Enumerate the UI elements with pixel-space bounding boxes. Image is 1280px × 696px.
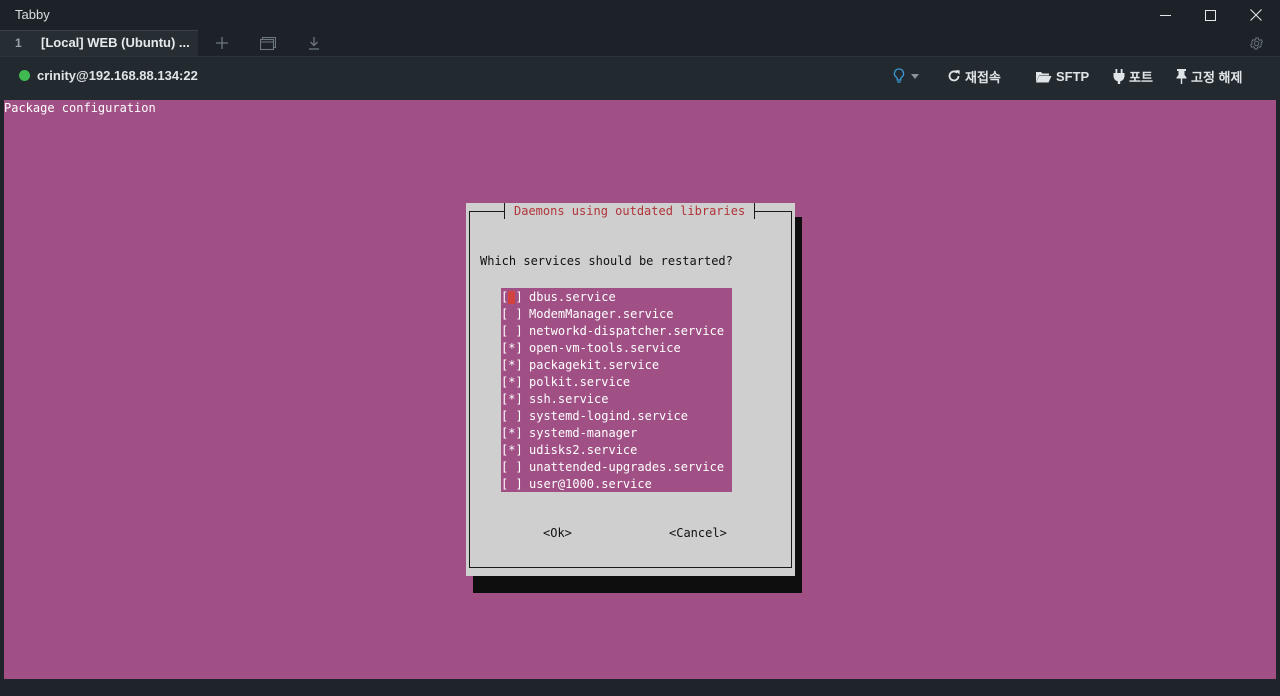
service-name: polkit.service — [529, 375, 631, 389]
service-checklist-item[interactable]: [*] systemd-manager — [501, 425, 732, 442]
service-checkbox[interactable]: [*] — [501, 374, 523, 391]
session-toolbar: crinity@192.168.88.134:22 재접속 SFTP 포트 고정… — [0, 56, 1280, 100]
service-checkbox[interactable]: [*] — [501, 442, 523, 459]
service-checkbox[interactable]: [*] — [501, 425, 523, 442]
reconnect-button[interactable]: 재접속 — [947, 66, 1001, 86]
service-name: ssh.service — [529, 392, 609, 406]
service-name: dbus.service — [529, 290, 616, 304]
maximize-icon — [1204, 9, 1216, 21]
dialog-question: Which services should be restarted? — [480, 254, 733, 268]
service-checklist-item[interactable]: [*] polkit.service — [501, 374, 732, 391]
services-checklist: [ ] dbus.service[ ] ModemManager.service[ … — [501, 288, 732, 492]
service-checklist-item[interactable]: [ ] unattended-upgrades.service — [501, 459, 732, 476]
dialog-title: Daemons using outdated libraries — [504, 203, 756, 219]
minimize-icon — [1159, 14, 1171, 16]
new-tab-button[interactable] — [212, 34, 232, 52]
service-checkbox[interactable]: [ ] — [501, 408, 523, 425]
minimize-button[interactable] — [1142, 0, 1188, 30]
ok-button[interactable]: <Ok> — [543, 526, 572, 540]
caret-down-icon — [911, 73, 919, 79]
terminal-cursor — [508, 291, 515, 304]
tab-local-web-ubuntu[interactable]: 1 [Local] WEB (Ubuntu) ... — [0, 30, 198, 56]
service-checkbox[interactable]: [ ] — [501, 323, 523, 340]
service-checklist-item[interactable]: [ ] systemd-logind.service — [501, 408, 732, 425]
service-checklist-item[interactable]: [*] packagekit.service — [501, 357, 732, 374]
download-button[interactable] — [304, 34, 324, 52]
pin-icon — [1176, 68, 1187, 84]
service-name: systemd-logind.service — [529, 409, 688, 423]
cancel-button[interactable]: <Cancel> — [669, 526, 727, 540]
service-checkbox[interactable]: [ ] — [501, 476, 523, 493]
window-bottom-edge — [0, 679, 1280, 696]
service-checkbox[interactable]: [*] — [501, 391, 523, 408]
tabby-window: Tabby 1 [Local] WEB (Ubuntu) ... crinity… — [0, 0, 1280, 696]
service-name: user@1000.service — [529, 477, 652, 491]
close-button[interactable] — [1233, 0, 1279, 30]
unpin-button[interactable]: 고정 해제 — [1176, 66, 1242, 86]
plus-icon — [216, 37, 228, 49]
restart-services-dialog: Daemons using outdated libraries Which s… — [466, 203, 795, 576]
refresh-icon — [948, 70, 960, 82]
ports-label: 포트 — [1129, 69, 1153, 85]
service-checklist-item[interactable]: [ ] ModemManager.service — [501, 306, 732, 323]
service-name: udisks2.service — [529, 443, 638, 457]
plug-icon — [1113, 68, 1125, 84]
lightbulb-icon — [893, 68, 905, 83]
gear-icon — [1249, 37, 1263, 49]
service-checklist-item[interactable]: [*] open-vm-tools.service — [501, 340, 732, 357]
service-name: ModemManager.service — [529, 307, 674, 321]
settings-button[interactable] — [1246, 34, 1266, 52]
sftp-button[interactable]: SFTP — [1035, 66, 1089, 86]
color-scheme-dropdown[interactable] — [893, 66, 923, 86]
connection-label: crinity@192.168.88.134:22 — [37, 68, 198, 83]
connection-status-dot — [19, 70, 30, 81]
service-name: networkd-dispatcher.service — [529, 324, 725, 338]
app-title: Tabby — [15, 7, 50, 22]
service-checkbox[interactable]: [*] — [501, 357, 523, 374]
maximize-button[interactable] — [1187, 0, 1233, 30]
reconnect-label: 재접속 — [965, 69, 1001, 85]
service-name: open-vm-tools.service — [529, 341, 681, 355]
service-name: unattended-upgrades.service — [529, 460, 725, 474]
terminal-header-text: Package configuration — [4, 101, 156, 115]
tab-strip: 1 [Local] WEB (Ubuntu) ... — [0, 30, 1280, 56]
service-name: packagekit.service — [529, 358, 660, 372]
title-bar: Tabby — [0, 0, 1280, 30]
service-checklist-item[interactable]: [ ] networkd-dispatcher.service — [501, 323, 732, 340]
download-icon — [309, 36, 319, 50]
service-name: systemd-manager — [529, 426, 638, 440]
service-checkbox[interactable]: [ ] — [501, 459, 523, 476]
service-checkbox[interactable]: [*] — [501, 340, 523, 357]
ports-button[interactable]: 포트 — [1113, 66, 1153, 86]
unpin-label: 고정 해제 — [1191, 69, 1243, 85]
service-checklist-item[interactable]: [ ] dbus.service — [501, 289, 732, 306]
service-checklist-item[interactable]: [*] udisks2.service — [501, 442, 732, 459]
folder-open-icon — [1036, 71, 1052, 82]
tab-number: 1 — [15, 36, 22, 50]
window-icon — [260, 36, 276, 50]
service-checklist-item[interactable]: [*] ssh.service — [501, 391, 732, 408]
tab-title: [Local] WEB (Ubuntu) ... — [41, 35, 190, 50]
service-checklist-item[interactable]: [ ] user@1000.service — [501, 476, 732, 493]
profiles-button[interactable] — [258, 34, 278, 52]
terminal-view[interactable]: Package configuration Daemons using outd… — [4, 100, 1276, 679]
service-checkbox[interactable]: [ ] — [501, 306, 523, 323]
sftp-label: SFTP — [1056, 68, 1090, 84]
close-icon — [1250, 9, 1262, 21]
